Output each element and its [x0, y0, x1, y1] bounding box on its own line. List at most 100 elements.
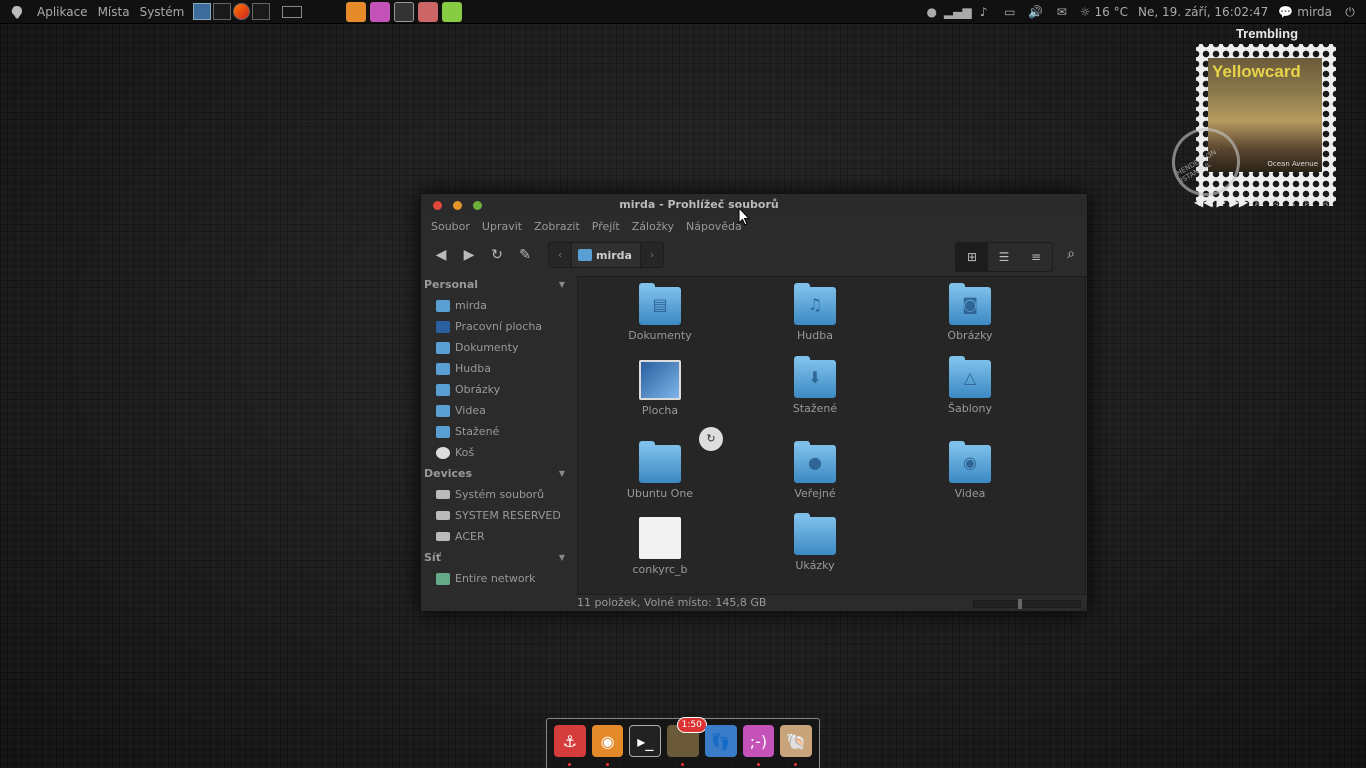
workspace-switcher[interactable]	[193, 3, 271, 20]
sidebar-item-videos[interactable]: Videa	[421, 400, 571, 421]
system-tray: ● ▂▄▆ ♪ ▭ 🔊 ✉ ☼ 16 °C Ne, 19. září, 16:0…	[924, 0, 1358, 24]
chat-app-icon[interactable]: ;-)	[742, 725, 775, 766]
running-indicator	[568, 763, 571, 766]
sidebar-item-network[interactable]: Entire network	[421, 568, 571, 589]
collapse-triangle-icon[interactable]: ▼	[559, 469, 565, 478]
sidebar-item-desktop[interactable]: Pracovní plocha	[421, 316, 571, 337]
sidebar-item-downloads[interactable]: Stažené	[421, 421, 571, 442]
terminal-launcher-icon[interactable]	[394, 2, 414, 22]
photo-app-icon[interactable]: 1:50	[667, 717, 707, 766]
eye-viewer-app-icon[interactable]: ◉	[591, 725, 624, 766]
previous-icon[interactable]: ◀◀	[1194, 195, 1212, 209]
rating-star-icon[interactable]: ☆	[1269, 194, 1282, 210]
menu-places[interactable]: Místa	[93, 5, 135, 19]
sidebar-item-label: Stažené	[455, 425, 500, 438]
workspace-2[interactable]	[213, 3, 232, 20]
rating-star-icon[interactable]: ☆	[1285, 194, 1298, 210]
sidebar-item-music[interactable]: Hudba	[421, 358, 571, 379]
rating-star-icon[interactable]: ☆	[1318, 194, 1331, 210]
sidebar-section-network[interactable]: Síť ▼	[421, 547, 571, 568]
mouse-cursor-icon	[738, 206, 751, 231]
chat-status-icon[interactable]: ●	[924, 5, 940, 19]
file-item[interactable]: conkyrc_b	[610, 517, 710, 576]
music-note-icon[interactable]: ♪	[976, 5, 992, 19]
menu-applications[interactable]: Aplikace	[32, 5, 93, 19]
username: mirda	[1297, 5, 1332, 19]
music-folder-icon	[436, 362, 450, 375]
file-item[interactable]: ⬇ Stažené	[765, 356, 865, 415]
menu-bookmarks[interactable]: Záložky	[626, 220, 680, 233]
sidebar-item-documents[interactable]: Dokumenty	[421, 337, 571, 358]
sidebar-section-personal[interactable]: Personal ▼	[421, 274, 571, 295]
menu-view[interactable]: Zobrazit	[528, 220, 586, 233]
file-item[interactable]: ◉ Videa	[920, 441, 1020, 500]
forward-arrow-icon[interactable]: ▶	[455, 241, 483, 269]
weather-widget[interactable]: ☼ 16 °C	[1080, 5, 1128, 19]
rating-star-icon[interactable]: ☆	[1252, 194, 1265, 210]
music-widget: Trembling Yellowcard Ocean Avenue HENDER…	[1159, 24, 1354, 214]
workspace-1[interactable]	[193, 3, 212, 20]
collapse-triangle-icon[interactable]: ▼	[559, 553, 565, 562]
volume-icon[interactable]: 🔊	[1028, 5, 1044, 19]
sidebar-item-acer[interactable]: ACER	[421, 526, 571, 547]
battery-icon[interactable]: ▭	[1002, 5, 1018, 19]
breadcrumb-current[interactable]: mirda	[571, 243, 641, 267]
menu-go[interactable]: Přejít	[586, 220, 626, 233]
search-icon[interactable]: ⌕	[1061, 246, 1081, 266]
reload-icon[interactable]: ↻	[483, 241, 511, 269]
show-desktop-icon[interactable]	[282, 5, 303, 18]
collapse-triangle-icon[interactable]: ▼	[559, 280, 565, 289]
play-icon[interactable]: ▶	[1216, 195, 1225, 209]
chat-launcher-icon[interactable]	[370, 2, 390, 22]
window-titlebar[interactable]: mirda - Prohlížeč souborů	[421, 194, 1087, 216]
signal-icon[interactable]: ▂▄▆	[944, 5, 972, 19]
back-arrow-icon[interactable]: ◀	[427, 241, 455, 269]
breadcrumb-left-icon[interactable]: ‹	[549, 243, 571, 267]
zoom-slider-handle[interactable]	[1018, 599, 1022, 609]
sidebar-item-label: Entire network	[455, 572, 536, 585]
file-item[interactable]: ◙ Obrázky	[920, 283, 1020, 342]
sidebar-item-home[interactable]: mirda	[421, 295, 571, 316]
terminal-app-icon[interactable]: ▸_	[629, 725, 662, 757]
sidebar-section-label: Personal	[424, 278, 479, 291]
music-folder-icon: ♫	[794, 283, 836, 325]
file-label: conkyrc_b	[632, 563, 688, 576]
file-item[interactable]: ♫ Hudba	[765, 283, 865, 342]
file-item[interactable]: ▤ Dokumenty	[610, 283, 710, 342]
anchor-app-icon[interactable]: ⚓	[554, 725, 586, 766]
clock[interactable]: Ne, 19. září, 16:02:47	[1138, 5, 1268, 19]
sidebar-item-trash[interactable]: Koš	[421, 442, 571, 463]
file-item[interactable]: △ Šablony	[920, 356, 1020, 415]
file-item[interactable]: Ukázky	[765, 513, 865, 572]
list-view-icon[interactable]: ☰	[988, 243, 1020, 271]
file-item[interactable]: Plocha	[610, 360, 710, 417]
firefox-icon[interactable]	[233, 3, 251, 20]
file-view[interactable]: ▤ Dokumenty ♫ Hudba ◙ Obrázky Plocha ⬇ S…	[577, 276, 1086, 595]
mail-icon[interactable]: ✉	[1054, 5, 1070, 19]
breadcrumb-right-icon[interactable]: ›	[641, 243, 663, 267]
media-launcher-icon[interactable]	[418, 2, 438, 22]
sidebar-section-devices[interactable]: Devices ▼	[421, 463, 571, 484]
menu-system[interactable]: Systém	[135, 5, 190, 19]
rating-star-icon[interactable]: ☆	[1302, 194, 1315, 210]
workspace-4[interactable]	[252, 3, 271, 20]
viewer-launcher-icon[interactable]	[346, 2, 366, 22]
edit-path-icon[interactable]: ✎	[511, 241, 539, 269]
sidebar-item-system-reserved[interactable]: SYSTEM RESERVED	[421, 505, 571, 526]
file-item[interactable]: ↻ Ubuntu One	[610, 427, 723, 500]
office-launcher-icon[interactable]	[442, 2, 462, 22]
file-item[interactable]: ● Veřejné	[765, 441, 865, 500]
zoom-slider[interactable]	[973, 599, 1081, 609]
menu-file[interactable]: Soubor	[425, 220, 476, 233]
sidebar-item-filesystem[interactable]: Systém souborů	[421, 484, 571, 505]
footprint-app-icon[interactable]: 👣	[704, 725, 737, 757]
shell-app-icon[interactable]: 🐚	[780, 725, 813, 766]
icon-view-icon[interactable]: ⊞	[956, 243, 988, 271]
next-icon[interactable]: ▶▶	[1230, 195, 1248, 209]
user-menu[interactable]: 💬 mirda	[1278, 5, 1332, 19]
sidebar-item-pictures[interactable]: Obrázky	[421, 379, 571, 400]
gnome-foot-icon[interactable]	[8, 3, 26, 21]
menu-edit[interactable]: Upravit	[476, 220, 528, 233]
compact-view-icon[interactable]: ≡	[1020, 243, 1052, 271]
power-icon[interactable]: ⏻	[1342, 5, 1358, 19]
